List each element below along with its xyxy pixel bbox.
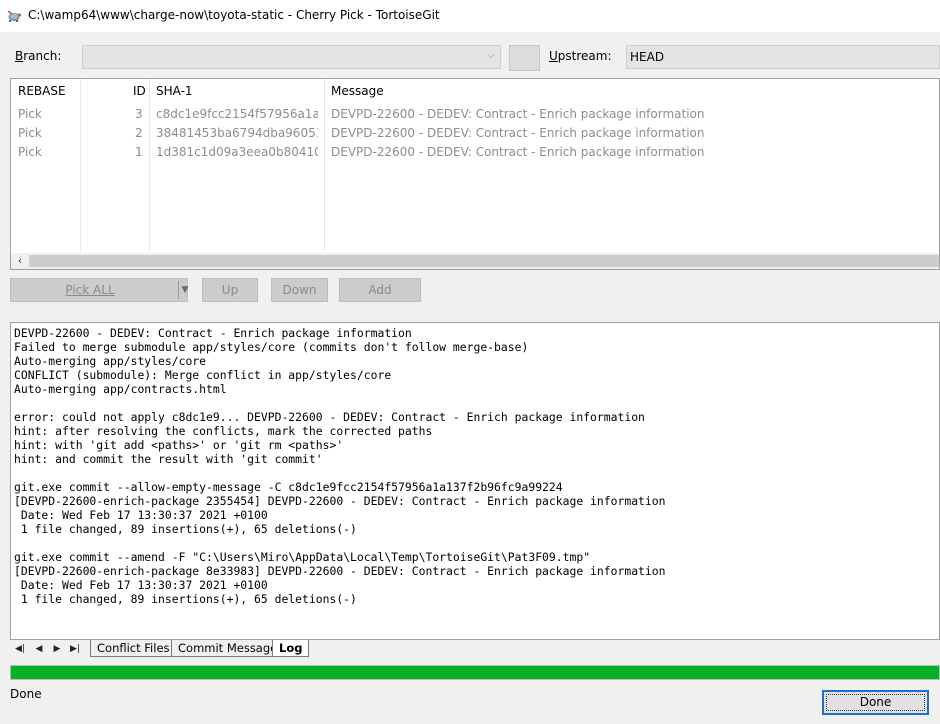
log-lines: DEVPD-22600 - DEDEV: Contract - Enrich p… <box>11 323 939 609</box>
log-output[interactable]: DEVPD-22600 - DEDEV: Contract - Enrich p… <box>10 322 940 640</box>
window-title: C:\wamp64\www\charge-now\toyota-static -… <box>28 8 440 22</box>
row-id: 2 <box>135 126 143 140</box>
log-line: 1 file changed, 89 insertions(+), 65 del… <box>14 592 357 606</box>
progress-bar <box>10 665 940 680</box>
add-button[interactable]: Add <box>339 278 421 302</box>
tab-conflict-files[interactable]: Conflict Files <box>90 640 177 657</box>
row-message: DEVPD-22600 - DEDEV: Contract - Enrich p… <box>331 145 705 159</box>
scrollbar-thumb[interactable] <box>29 255 939 267</box>
title-bar: C:\wamp64\www\charge-now\toyota-static -… <box>0 0 940 32</box>
status-text: Done <box>10 687 42 701</box>
branch-color-button[interactable] <box>509 45 540 71</box>
column-header-rebase[interactable]: REBASE <box>18 84 66 98</box>
down-button[interactable]: Down <box>271 278 328 302</box>
branch-dropdown[interactable]: ⌵ <box>82 45 501 69</box>
row-sha: 1d381c1d09a3eea0b8041011... <box>156 145 318 159</box>
row-sha: 38481453ba6794dba9605189... <box>156 126 318 140</box>
log-line: Auto-merging app/styles/core <box>14 354 207 368</box>
upstream-field[interactable]: HEAD <box>626 45 940 69</box>
pick-all-label: Pick ALL <box>65 283 115 297</box>
log-line: CONFLICT (submodule): Merge conflict in … <box>14 368 392 382</box>
dropdown-arrow-icon[interactable]: ▼ <box>181 279 189 301</box>
last-tab-icon[interactable]: ▶| <box>68 642 82 656</box>
scroll-left-icon[interactable]: ‹ <box>13 253 27 269</box>
column-divider <box>324 79 325 251</box>
tab-log[interactable]: Log <box>272 640 310 657</box>
row-id: 3 <box>135 107 143 121</box>
column-header-id[interactable]: ID <box>133 84 146 98</box>
upstream-label: Upstream: <box>549 49 612 63</box>
log-line: Date: Wed Feb 17 13:30:37 2021 +0100 <box>14 508 268 522</box>
log-line: hint: with 'git add <paths>' or 'git rm … <box>14 438 344 452</box>
first-tab-icon[interactable]: ◀​| <box>13 642 27 656</box>
commit-list[interactable]: REBASE ID SHA-1 Message Pick 3 c8dc1e9fc… <box>10 78 940 270</box>
log-line: Date: Wed Feb 17 13:30:37 2021 +0100 <box>14 578 268 592</box>
tab-commit-message[interactable]: Commit Message <box>171 640 285 657</box>
pick-all-button[interactable]: Pick ALL ▼ <box>10 278 188 302</box>
table-row[interactable]: Pick 2 38481453ba6794dba9605189... DEVPD… <box>11 125 939 143</box>
log-line: Auto-merging app/contracts.html <box>14 382 227 396</box>
tortoisegit-icon <box>7 10 22 22</box>
row-message: DEVPD-22600 - DEDEV: Contract - Enrich p… <box>331 126 705 140</box>
log-line: [DEVPD-22600-enrich-package 2355454] DEV… <box>14 494 666 508</box>
tab-strip: ◀​| ◀ ▶ ▶| Conflict Files Commit Message… <box>10 640 940 658</box>
log-line: git.exe commit --allow-empty-message -C … <box>14 480 563 494</box>
column-divider <box>80 79 81 251</box>
row-message: DEVPD-22600 - DEDEV: Contract - Enrich p… <box>331 107 705 121</box>
done-button[interactable]: Done <box>822 690 929 715</box>
up-button[interactable]: Up <box>202 278 258 302</box>
split-divider <box>178 281 179 299</box>
log-line: git.exe commit --amend -F "C:\Users\Miro… <box>14 550 591 564</box>
row-id: 1 <box>135 145 143 159</box>
row-action: Pick <box>18 126 42 140</box>
chevron-down-icon: ⌵ <box>487 50 495 61</box>
log-line: 1 file changed, 89 insertions(+), 65 del… <box>14 522 357 536</box>
row-sha: c8dc1e9fcc2154f57956a1a13... <box>156 107 318 121</box>
prev-tab-icon[interactable]: ◀ <box>32 642 46 656</box>
log-line: error: could not apply c8dc1e9... DEVPD-… <box>14 410 645 424</box>
next-tab-icon[interactable]: ▶ <box>50 642 64 656</box>
table-row[interactable]: Pick 3 c8dc1e9fcc2154f57956a1a13... DEVP… <box>11 106 939 124</box>
column-header-sha[interactable]: SHA-1 <box>156 84 193 98</box>
branch-label: Branch: <box>15 49 62 63</box>
progress-fill <box>11 666 939 679</box>
log-line: hint: after resolving the conflicts, mar… <box>14 424 433 438</box>
log-line: hint: and commit the result with 'git co… <box>14 452 323 466</box>
horizontal-scrollbar[interactable]: ‹ <box>11 253 939 269</box>
log-line: [DEVPD-22600-enrich-package 8e33983] DEV… <box>14 564 666 578</box>
column-divider <box>149 79 150 251</box>
table-row[interactable]: Pick 1 1d381c1d09a3eea0b8041011... DEVPD… <box>11 144 939 162</box>
log-line: DEVPD-22600 - DEDEV: Contract - Enrich p… <box>14 326 412 340</box>
column-header-message[interactable]: Message <box>331 84 384 98</box>
row-action: Pick <box>18 145 42 159</box>
row-action: Pick <box>18 107 42 121</box>
log-line: Failed to merge submodule app/styles/cor… <box>14 340 529 354</box>
